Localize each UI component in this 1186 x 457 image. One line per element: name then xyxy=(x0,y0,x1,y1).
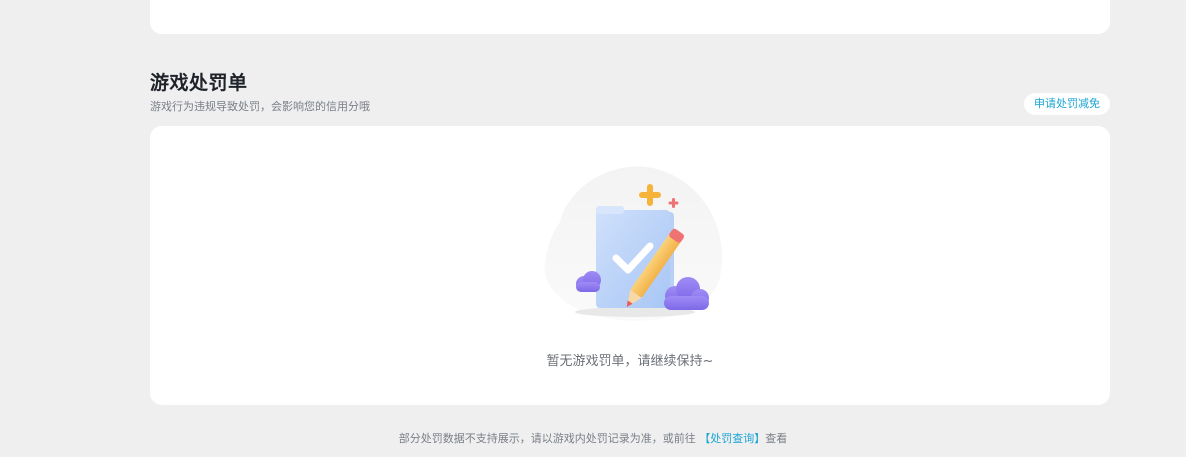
apply-penalty-reduction-button[interactable]: 申请处罚减免 xyxy=(1024,93,1110,115)
empty-clipboard-illustration xyxy=(544,166,723,321)
footer-note-suffix: 查看 xyxy=(765,432,788,445)
penalty-list-card: 暂无游戏罚单，请继续保持~ xyxy=(150,126,1110,405)
empty-state-message: 暂无游戏罚单，请继续保持~ xyxy=(546,354,714,369)
section-title: 游戏处罚单 xyxy=(150,72,248,94)
penalty-query-link[interactable]: 【处罚查询】 xyxy=(699,432,765,445)
penalty-section-header: 游戏处罚单 游戏行为违规导致处罚，会影响您的信用分哦 申请处罚减免 xyxy=(150,68,1110,118)
footer-note: 部分处罚数据不支持展示，请以游戏内处罚记录为准，或前往 【处罚查询】查看 xyxy=(0,430,1186,446)
footer-note-text: 部分处罚数据不支持展示，请以游戏内处罚记录为准，或前往 xyxy=(398,432,696,445)
section-subtitle: 游戏行为违规导致处罚，会影响您的信用分哦 xyxy=(150,100,370,113)
previous-section-card xyxy=(150,0,1110,34)
